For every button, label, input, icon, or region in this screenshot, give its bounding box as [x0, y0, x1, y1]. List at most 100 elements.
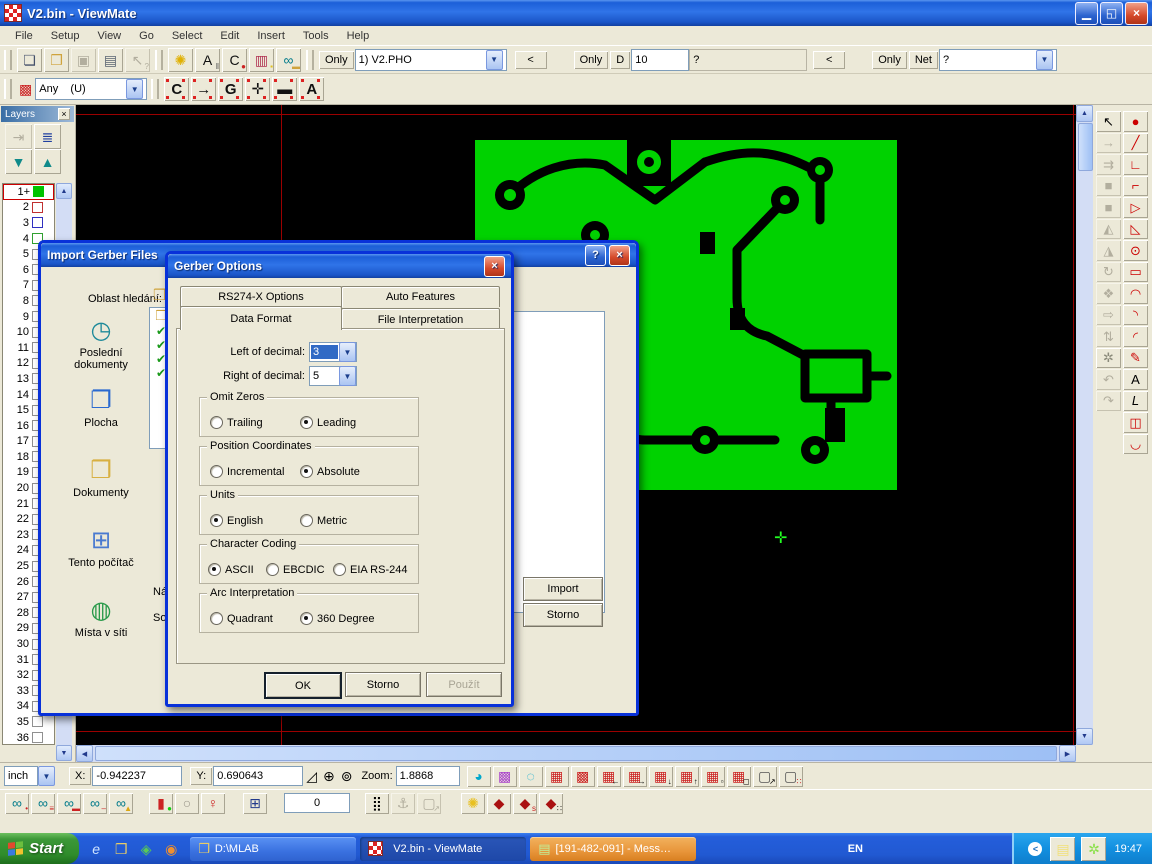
aperture-a-icon[interactable]: A: [299, 77, 324, 101]
radio-icon[interactable]: [210, 465, 223, 478]
radio-incremental[interactable]: Incremental: [210, 465, 284, 478]
text-icon[interactable]: A: [1123, 369, 1148, 390]
select-cursor-icon[interactable]: ↖: [1096, 111, 1121, 132]
layer-row-3[interactable]: 3: [3, 215, 54, 231]
gerber-dialog-titlebar[interactable]: Gerber Options ×: [168, 254, 511, 278]
import-button[interactable]: Import: [523, 577, 603, 601]
cancel-button[interactable]: Storno: [345, 672, 421, 697]
pan-up-icon[interactable]: ▦↑: [675, 766, 699, 787]
only-net-button[interactable]: Only: [872, 51, 907, 69]
layer-row-2[interactable]: 2: [3, 200, 54, 216]
radio-leading[interactable]: Leading: [300, 416, 356, 429]
pad-diamond-edit-icon[interactable]: ◆s: [513, 793, 537, 814]
select-points-icon[interactable]: ▢∷: [779, 766, 803, 787]
place-my-computer[interactable]: ⊞ Tento počítač: [53, 525, 149, 569]
measure-text-icon[interactable]: A‖: [195, 48, 220, 72]
pan-right-icon[interactable]: ▦→: [623, 766, 647, 787]
zoom-in-icon[interactable]: ◕: [467, 766, 491, 787]
flash-mode-icon[interactable]: ✺: [461, 793, 485, 814]
draw-fillet-icon[interactable]: ◡: [1123, 434, 1148, 455]
menu-item-setup[interactable]: Setup: [42, 28, 89, 44]
menu-item-view[interactable]: View: [88, 28, 130, 44]
radio-icon[interactable]: [266, 563, 279, 576]
draw-arc-ccw-icon[interactable]: ◜: [1123, 326, 1148, 347]
angle-icon[interactable]: ◿: [306, 768, 317, 785]
aperture-c-icon[interactable]: C: [164, 77, 189, 101]
radio-icon[interactable]: [208, 563, 221, 576]
task-explorer[interactable]: ❒ D:\MLAB: [190, 837, 356, 861]
radio-icon[interactable]: [300, 465, 313, 478]
draw-polyline-icon[interactable]: ∟: [1123, 154, 1148, 175]
chevron-down-icon[interactable]: ▼: [1036, 50, 1053, 70]
view-sketch-icon[interactable]: ∞▲: [109, 793, 133, 814]
zoom-select-icon[interactable]: ▩: [493, 766, 517, 787]
pan-left-icon[interactable]: ▦←: [597, 766, 621, 787]
right-of-decimal-combobox[interactable]: 5 ▼: [309, 366, 357, 386]
radio-eia-rs244[interactable]: EIA RS-244: [333, 563, 407, 576]
layer-color-swatch[interactable]: [32, 732, 43, 743]
layer-row-35[interactable]: 35: [3, 714, 54, 730]
draw-curve-icon[interactable]: ◝: [1123, 305, 1148, 326]
radio-absolute[interactable]: Absolute: [300, 465, 360, 478]
scroll-up-icon[interactable]: ▲: [1076, 105, 1093, 122]
layer-color-swatch[interactable]: [32, 202, 43, 213]
toolbar-grip[interactable]: [4, 79, 12, 99]
draw-line-icon[interactable]: ╱: [1123, 133, 1148, 154]
scroll-up-icon[interactable]: ▲: [56, 183, 72, 199]
radio-icon[interactable]: [210, 612, 223, 625]
tray-ico-icon[interactable]: ✲: [1081, 837, 1106, 861]
aperture-dash-icon[interactable]: ▬: [272, 77, 297, 101]
zoom-film-small-icon[interactable]: ▦▫: [701, 766, 725, 787]
language-indicator[interactable]: EN: [842, 843, 869, 855]
dcode-input[interactable]: 10: [631, 49, 689, 71]
close-icon[interactable]: ×: [609, 245, 630, 266]
clock[interactable]: 19:47: [1114, 843, 1142, 855]
place-desktop[interactable]: ❐ Plocha: [53, 385, 149, 429]
net-combobox[interactable]: ? ▼: [939, 49, 1057, 71]
dcode-query[interactable]: ?: [689, 49, 807, 71]
aperture-table-icon[interactable]: ⊞: [243, 793, 267, 814]
chevron-down-icon[interactable]: ▼: [126, 79, 143, 99]
print-icon[interactable]: ▤: [98, 48, 123, 72]
zoom-window-icon[interactable]: ◌: [519, 766, 543, 787]
apply-button[interactable]: Použít: [426, 672, 502, 697]
aperture-flash-icon[interactable]: ✛: [245, 77, 270, 101]
draw-vertex-icon[interactable]: ▷: [1123, 197, 1148, 218]
view-all-film-icon[interactable]: ▩: [571, 766, 595, 787]
left-of-decimal-combobox[interactable]: 3 ▼: [309, 342, 357, 362]
pad-diamond-corners-icon[interactable]: ◆∷: [539, 793, 563, 814]
settings-gear-icon[interactable]: ✲: [1096, 348, 1121, 369]
vertical-scrollbar[interactable]: ▲ ▼: [1076, 105, 1093, 745]
start-button[interactable]: Start: [0, 833, 79, 864]
radio-icon[interactable]: [210, 416, 223, 429]
draw-arc-icon[interactable]: ◠: [1123, 283, 1148, 304]
layer-row-36[interactable]: 36: [3, 730, 54, 745]
tab-auto-features[interactable]: Auto Features: [341, 286, 500, 307]
move-layer-down-icon[interactable]: ▼: [5, 149, 32, 174]
dcode-label[interactable]: D: [610, 51, 630, 69]
inspect-glasses-icon[interactable]: ∞▬: [276, 48, 301, 72]
radio-ascii[interactable]: ASCII: [208, 563, 254, 576]
place-network[interactable]: ◍ Místa v síti: [53, 595, 149, 639]
explorer-folder-icon[interactable]: ❒: [111, 839, 131, 859]
horizontal-scrollbar[interactable]: ◀ ▶: [76, 745, 1076, 762]
help-icon[interactable]: ?: [585, 245, 606, 266]
firefox-icon[interactable]: ◉: [161, 839, 181, 859]
layer-color-swatch[interactable]: [32, 217, 43, 228]
scroll-right-icon[interactable]: ▶: [1059, 745, 1076, 762]
prev-dcode-button[interactable]: <: [515, 51, 547, 69]
radio-trailing[interactable]: Trailing: [210, 416, 263, 429]
radio-icon[interactable]: [300, 514, 313, 527]
select-area-icon[interactable]: ▢↗: [753, 766, 777, 787]
close-icon[interactable]: ×: [58, 108, 70, 120]
toolbar-grip[interactable]: [4, 50, 12, 70]
zoom-value-input[interactable]: 1.8868: [396, 766, 460, 786]
radio-english[interactable]: English: [210, 514, 263, 527]
layer-combobox[interactable]: 1) V2.PHO ▼: [355, 49, 507, 71]
tray-notes-icon[interactable]: ▤: [1050, 837, 1075, 861]
ie-icon[interactable]: e: [86, 839, 106, 859]
dot-grid-icon[interactable]: ⣿: [365, 793, 389, 814]
layers-panel-titlebar[interactable]: Layers ×: [1, 106, 74, 122]
toolbar-grip[interactable]: [155, 50, 163, 70]
toolbar-grip[interactable]: [151, 79, 159, 99]
